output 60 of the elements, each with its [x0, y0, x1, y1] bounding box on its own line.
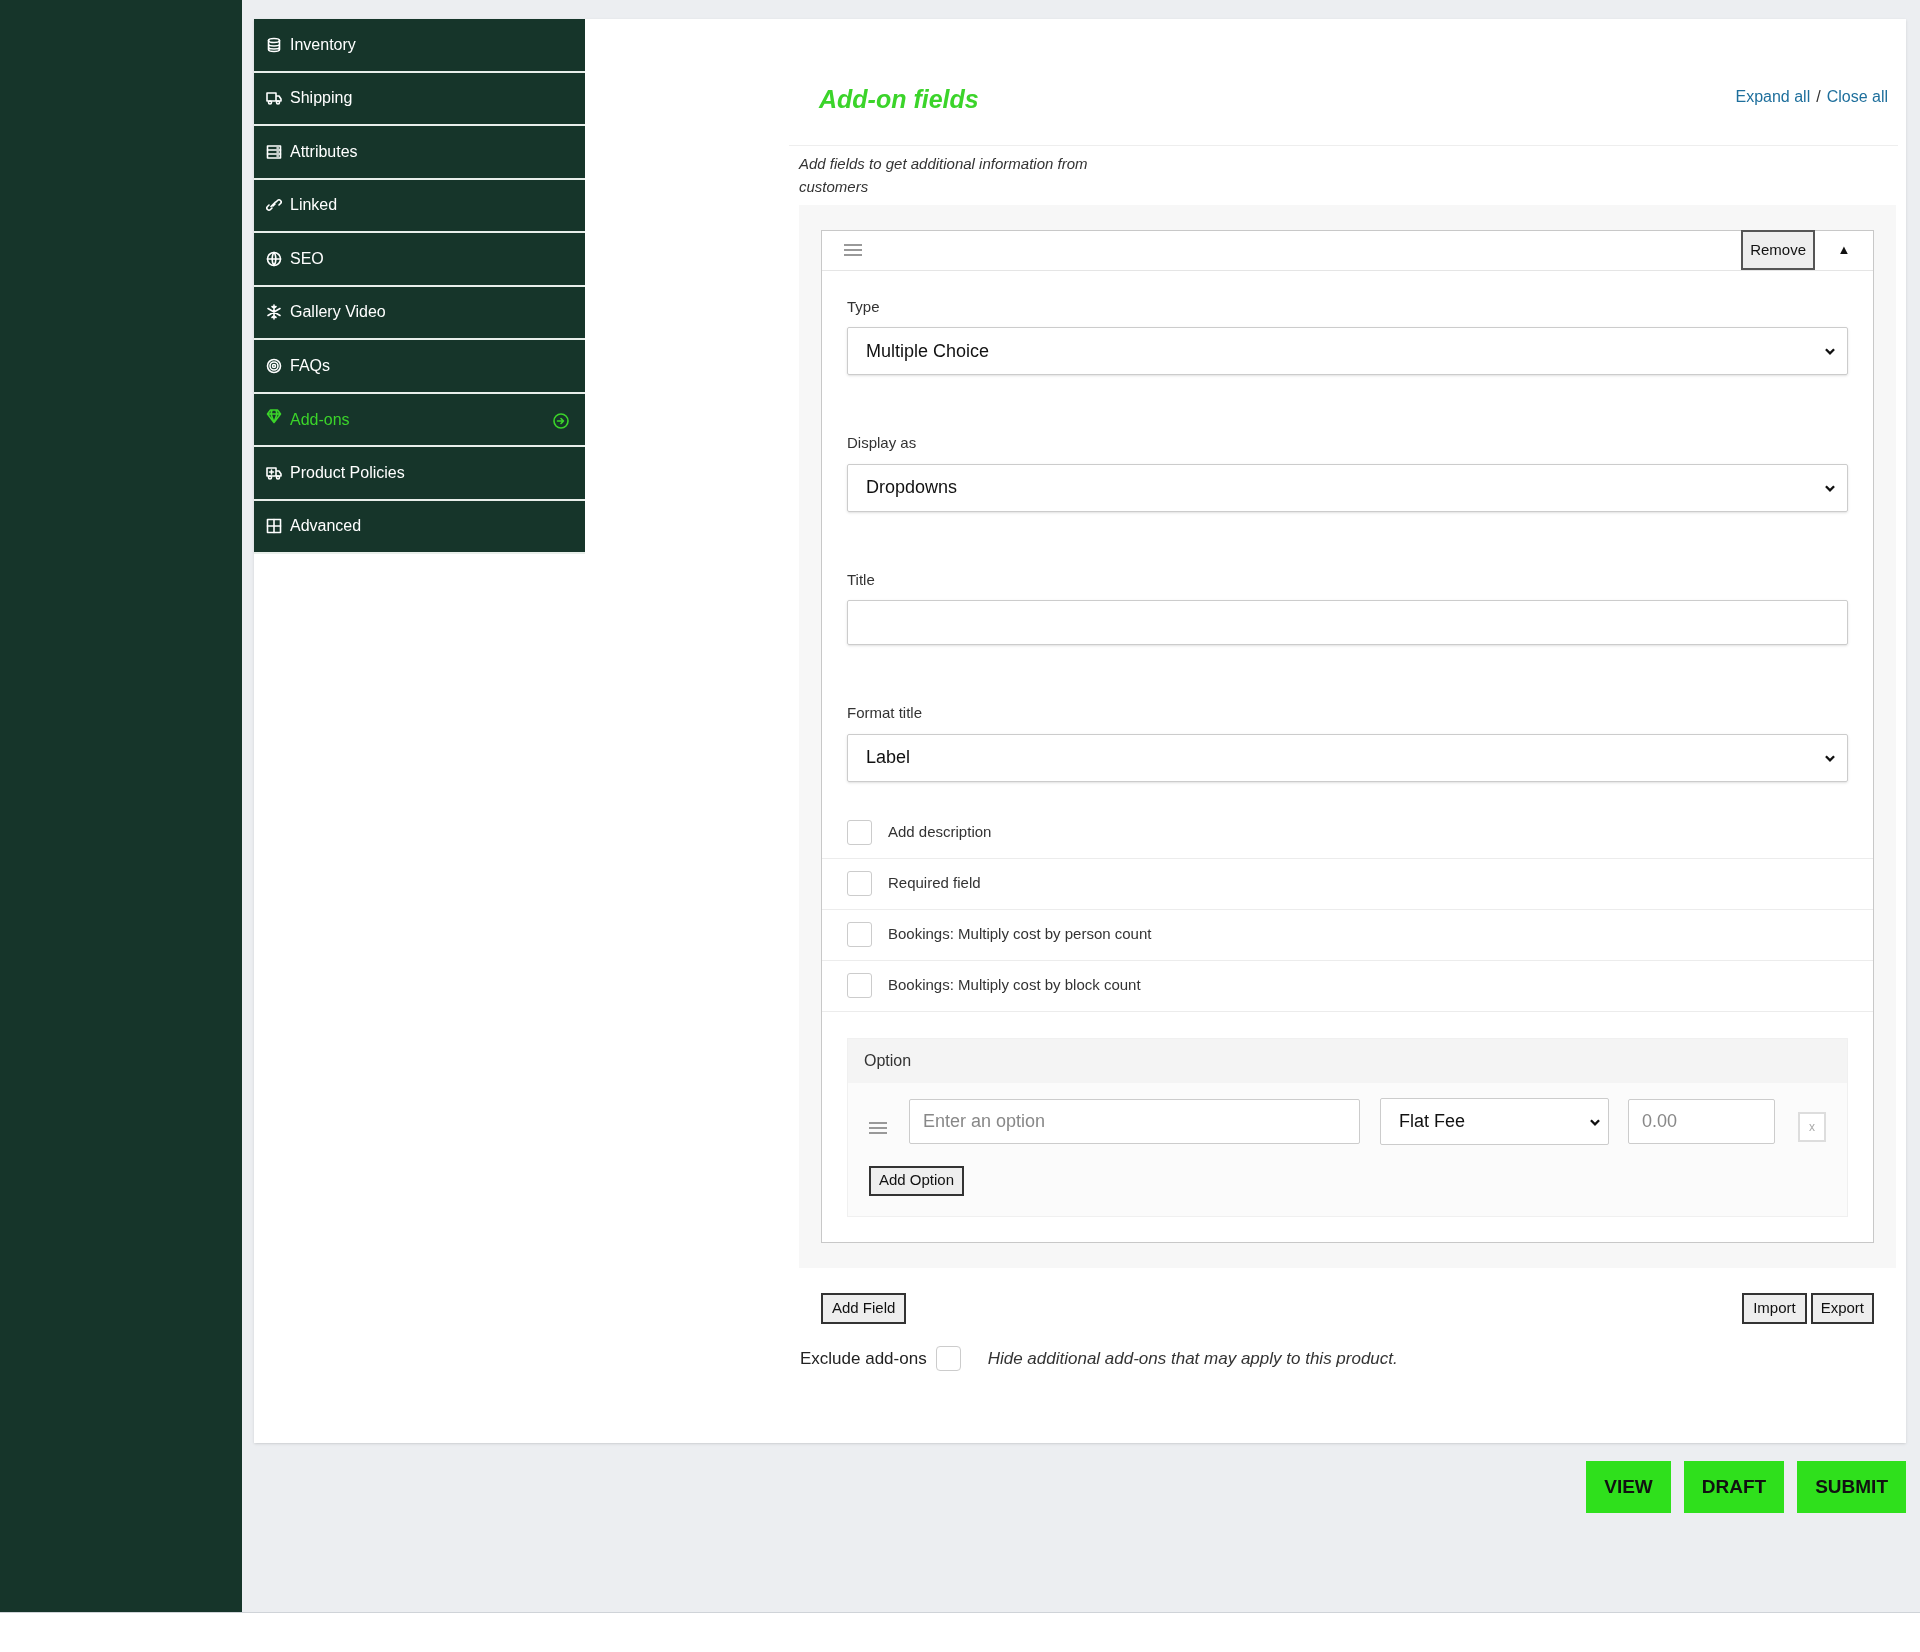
target-icon — [266, 357, 282, 374]
link-icon — [266, 197, 282, 214]
export-button[interactable]: Export — [1810, 1292, 1874, 1324]
expand-all-link[interactable]: Expand all — [1735, 85, 1811, 109]
price-input[interactable]: 0.00 — [1628, 1099, 1775, 1144]
footer-button[interactable]: SUBMIT — [1797, 1461, 1906, 1513]
field-label: Display as — [847, 433, 918, 453]
price-type-dropdown[interactable]: Flat Fee — [1380, 1098, 1609, 1145]
dropdown[interactable]: Multiple Choice — [847, 327, 1848, 375]
sidebar-item[interactable]: FAQs — [254, 340, 585, 394]
list-icon — [266, 143, 282, 160]
collapse-toggle[interactable]: ▲ — [1815, 240, 1873, 260]
checkbox-label: Required field — [888, 873, 981, 894]
snowflake-icon — [266, 304, 282, 321]
arrow-circle-icon — [553, 412, 569, 429]
dropdown[interactable]: Label — [847, 733, 1848, 782]
exclude-hint: Hide additional add-ons that may apply to this product. — [987, 1347, 1398, 1370]
import-button[interactable]: Import — [1742, 1292, 1807, 1324]
field-label: Type — [847, 296, 881, 317]
title-input[interactable] — [847, 600, 1848, 645]
database-icon — [266, 36, 282, 53]
sidebar-item[interactable]: Add-ons — [254, 393, 585, 447]
sidebar-item[interactable]: Product Policies — [254, 447, 585, 501]
footer-button[interactable]: VIEW — [1586, 1461, 1671, 1513]
dropdown[interactable]: Dropdowns — [847, 463, 1848, 512]
grid-icon — [266, 518, 282, 535]
field-label: Title — [847, 569, 876, 590]
truck-icon — [266, 90, 282, 107]
section-title: Add-on fields — [817, 84, 979, 115]
footer-button[interactable]: DRAFT — [1683, 1461, 1785, 1513]
sidebar-item[interactable]: Shipping — [254, 72, 585, 126]
close-all-link[interactable]: Close all — [1826, 85, 1888, 109]
sidebar-item[interactable]: Linked — [254, 179, 585, 233]
checkbox[interactable] — [935, 1345, 961, 1371]
checkbox[interactable] — [847, 973, 872, 998]
options-heading: Option — [848, 1038, 1847, 1083]
sidebar-item[interactable]: Inventory — [254, 19, 585, 73]
diamond-icon — [266, 407, 282, 424]
sidebar-item[interactable]: Attributes — [254, 126, 585, 180]
checkbox-label: Add description — [888, 822, 992, 843]
remove-button[interactable]: Remove — [1741, 230, 1815, 270]
option-input[interactable]: Enter an option — [909, 1099, 1360, 1144]
add-option-button[interactable]: Add Option — [869, 1165, 965, 1196]
sidebar-item[interactable]: SEO — [254, 233, 585, 287]
checkbox-label: Bookings: Multiply cost by person count — [888, 924, 1152, 945]
globe-icon — [266, 250, 282, 267]
drag-handle-icon[interactable] — [869, 1121, 887, 1134]
truck-icon — [266, 464, 282, 481]
field-label: Format title — [847, 703, 923, 723]
checkbox[interactable] — [847, 922, 872, 947]
checkbox[interactable] — [847, 871, 872, 896]
separator-text: / — [1816, 87, 1821, 107]
sidebar-item[interactable]: Gallery Video — [254, 286, 585, 340]
drag-handle-icon[interactable] — [844, 244, 862, 256]
checkbox-label: Bookings: Multiply cost by block count — [888, 975, 1141, 996]
sidebar-item[interactable]: Advanced — [254, 500, 585, 554]
checkbox[interactable] — [847, 820, 872, 845]
exclude-label: Exclude add-ons — [800, 1347, 927, 1370]
description-text: Add fields to get additional information from customers — [799, 153, 1089, 197]
add-field-button[interactable]: Add Field — [821, 1292, 907, 1324]
